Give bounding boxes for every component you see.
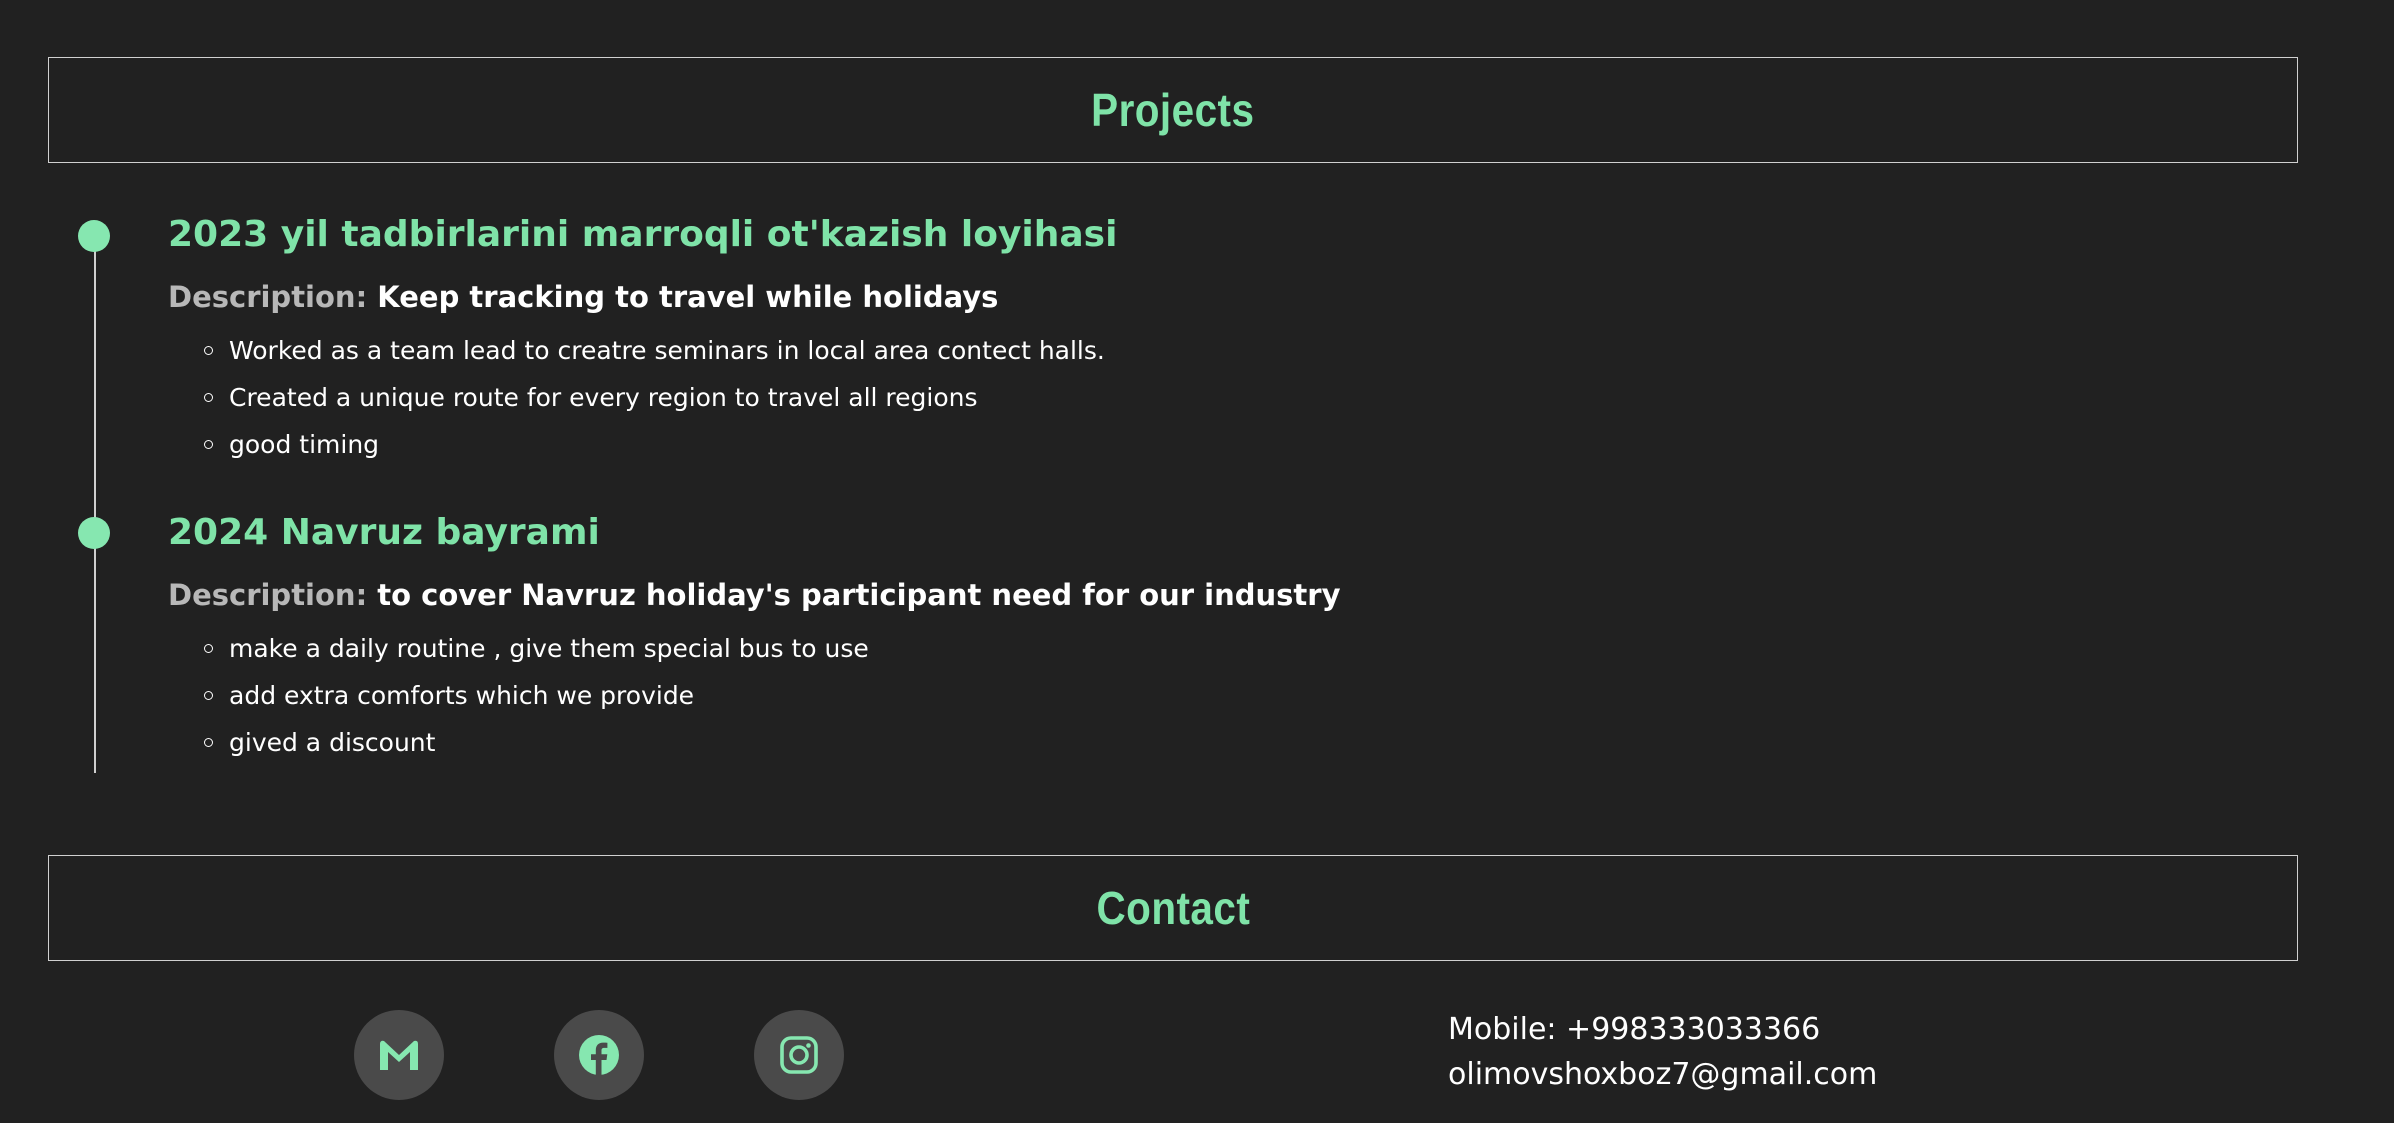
project-description: Description: to cover Navruz holiday's p… — [168, 578, 1341, 612]
email-address[interactable]: olimovshoxboz7@gmail.com — [1448, 1057, 1877, 1092]
instagram-icon — [780, 1036, 818, 1074]
project-description: Description: Keep tracking to travel whi… — [168, 280, 998, 314]
list-item: add extra comforts which we provide — [200, 672, 869, 719]
project-bullet-list: Worked as a team lead to creatre seminar… — [200, 327, 1105, 468]
list-item: make a daily routine , give them special… — [200, 625, 869, 672]
gmail-button[interactable] — [354, 1010, 444, 1100]
list-item: Worked as a team lead to creatre seminar… — [200, 327, 1105, 374]
contact-section-header: Contact — [48, 855, 2298, 961]
description-label: Description: — [168, 578, 368, 612]
description-label: Description: — [168, 280, 368, 314]
timeline-line — [94, 236, 96, 773]
projects-section-header: Projects — [48, 57, 2298, 163]
timeline-dot — [78, 517, 110, 549]
gmail-icon — [380, 1040, 418, 1070]
contact-title: Contact — [1096, 882, 1250, 934]
project-title: 2023 yil tadbirlarini marroqli ot'kazish… — [168, 214, 1118, 255]
list-item: Created a unique route for every region … — [200, 374, 1105, 421]
description-text: Keep tracking to travel while holidays — [377, 280, 999, 314]
project-bullet-list: make a daily routine , give them special… — [200, 625, 869, 766]
facebook-icon — [579, 1035, 619, 1075]
project-title: 2024 Navruz bayrami — [168, 512, 600, 553]
instagram-button[interactable] — [754, 1010, 844, 1100]
list-item: gived a discount — [200, 719, 869, 766]
projects-title: Projects — [1091, 84, 1255, 136]
timeline-dot — [78, 220, 110, 252]
mobile-number: Mobile: +998333033366 — [1448, 1012, 1821, 1047]
list-item: good timing — [200, 421, 1105, 468]
facebook-button[interactable] — [554, 1010, 644, 1100]
description-text: to cover Navruz holiday's participant ne… — [377, 578, 1341, 612]
